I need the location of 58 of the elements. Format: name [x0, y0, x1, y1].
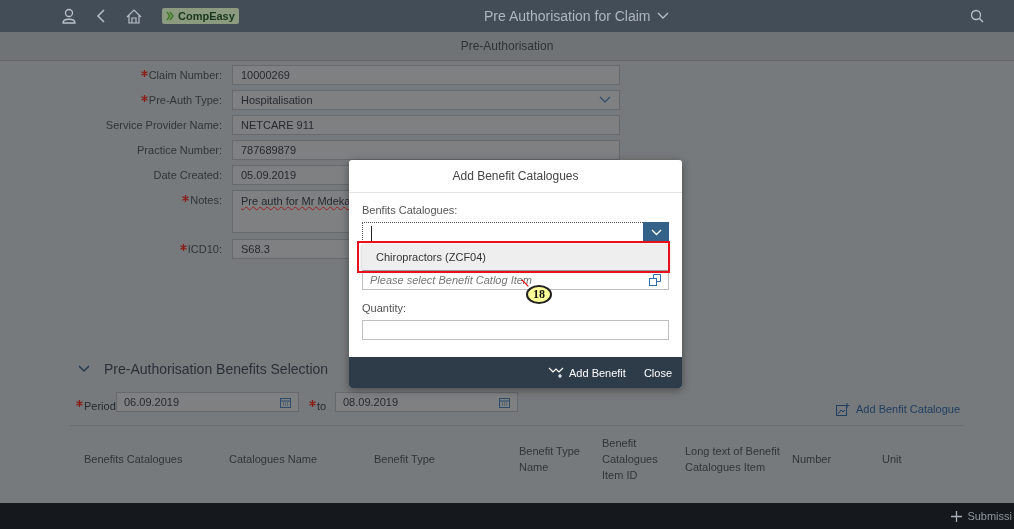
add-catalogue-link[interactable]: Add Benfit Catalogue	[836, 402, 960, 416]
chevron-down-icon[interactable]	[78, 365, 90, 373]
close-button[interactable]: Close	[637, 362, 678, 383]
calendar-icon	[280, 396, 291, 408]
search-icon[interactable]	[970, 9, 984, 23]
date-field[interactable]: 08.09.2019	[335, 392, 518, 412]
field-label: Service Provider Name:	[105, 118, 222, 133]
plus-icon	[951, 510, 963, 522]
quantity-field[interactable]	[362, 320, 669, 340]
add-benefit-button[interactable]: Add Benefit	[542, 362, 632, 383]
input-field[interactable]: 10000269	[232, 65, 620, 85]
field-label: Notes:	[190, 193, 222, 208]
logo-icon	[166, 11, 175, 21]
date-field[interactable]: 06.09.2019	[116, 392, 299, 412]
user-icon[interactable]	[62, 8, 76, 24]
combo-box[interactable]	[362, 222, 669, 242]
column-header: Benefit Catalogues Item ID	[602, 436, 659, 483]
column-header: Long text of Benefit Catalogues Item	[685, 444, 781, 475]
field-label: Claim Number:	[148, 68, 222, 83]
column-header: Benefit Type	[374, 452, 436, 467]
chevron-down-icon	[650, 228, 662, 236]
field-label: Benfits Catalogues:	[362, 204, 459, 218]
dialog-title: Add Benefit Catalogues	[349, 160, 682, 193]
caret-icon	[656, 12, 669, 20]
calendar-icon	[499, 396, 510, 408]
value-help-field[interactable]: Please select Benefit Catlog Item	[362, 270, 669, 290]
field-label: Practice Number:	[137, 143, 222, 158]
page-title: Pre-Authorisation	[460, 39, 554, 53]
required-icon	[179, 244, 187, 251]
field-label: Quantity:	[362, 302, 408, 316]
logo[interactable]: CompEasy	[162, 8, 239, 24]
required-icon	[140, 70, 148, 77]
column-header: Number	[792, 452, 833, 467]
column-header: Benefit Type Name	[519, 444, 581, 475]
field-label: ICD10:	[187, 242, 222, 257]
column-header: Catalogues Name	[229, 452, 319, 467]
required-icon	[182, 195, 190, 202]
to-label: to	[317, 400, 327, 412]
input-field[interactable]: NETCARE 911	[232, 115, 620, 135]
add-icon	[548, 366, 564, 379]
field-label: Pre-Auth Type:	[148, 93, 222, 108]
add-image-icon	[836, 402, 851, 416]
value-help-icon	[649, 274, 661, 286]
field-label: Date Created:	[153, 168, 222, 183]
chevron-down-icon	[599, 96, 611, 104]
required-icon	[140, 95, 148, 102]
period-label: Period	[84, 400, 116, 412]
select-field[interactable]: Hospitalisation	[232, 90, 620, 110]
back-icon[interactable]	[96, 9, 106, 23]
column-header: Benefits Catalogues	[84, 452, 184, 467]
home-icon[interactable]	[126, 8, 142, 24]
step-badge: 18	[526, 285, 552, 304]
section-title: Pre-Authorisation Benefits Selection	[104, 361, 329, 377]
app-title[interactable]: Pre Authorisation for Claim	[422, 8, 970, 24]
submit-button[interactable]: Submissi	[951, 510, 1014, 522]
column-header: Unit	[882, 452, 903, 467]
input-field[interactable]: 787689879	[232, 140, 620, 160]
dropdown-option[interactable]: Chiropractors (ZCF04)	[362, 244, 669, 270]
